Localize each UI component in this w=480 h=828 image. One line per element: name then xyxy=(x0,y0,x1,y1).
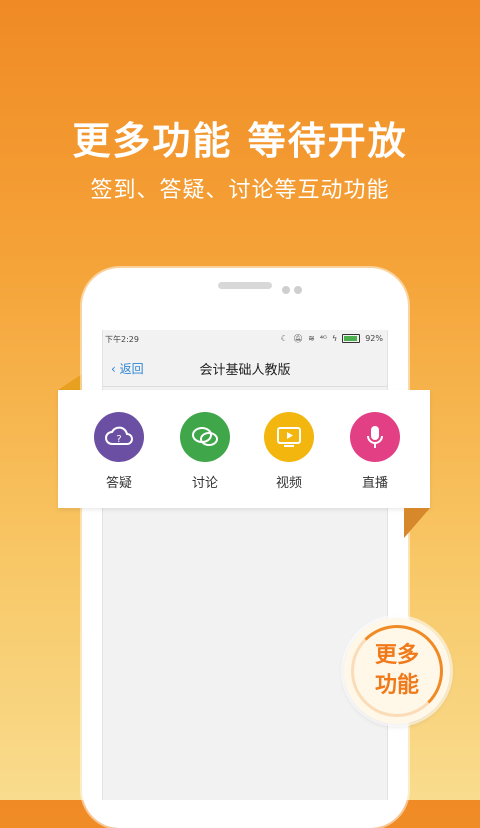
mute-icon: 🔕︎ xyxy=(292,334,304,343)
promo-subline: 签到、答疑、讨论等互动功能 xyxy=(90,178,390,203)
feature-label: 直播 xyxy=(361,476,388,491)
battery-icon xyxy=(342,334,361,343)
chat-bubbles-icon xyxy=(180,412,230,462)
battery-level xyxy=(344,336,358,341)
microphone-icon xyxy=(350,412,400,462)
phone-speaker xyxy=(218,282,272,289)
feature-label: 讨论 xyxy=(191,476,218,491)
moon-icon: ☾ xyxy=(280,334,288,343)
feature-video[interactable]: 视频 xyxy=(254,412,324,491)
status-icons: ☾ 🔕︎ ≋ ⁴ᴳ ϟ 92% xyxy=(281,334,383,343)
page-title: 会计基础人教版 xyxy=(199,363,291,378)
video-play-icon xyxy=(264,412,314,462)
nav-bar: ‹ 返回 会计基础人教版 xyxy=(103,348,387,387)
wifi-icon: ≋ xyxy=(308,334,315,343)
badge-ring xyxy=(351,625,443,717)
more-features-badge[interactable]: 更多 功能 xyxy=(344,618,450,724)
svg-text:?: ? xyxy=(116,434,121,445)
badge-line-2: 功能 xyxy=(374,673,419,698)
badge-line-1: 更多 xyxy=(374,643,419,668)
charging-icon: ϟ xyxy=(331,334,338,343)
phone-sensor xyxy=(294,286,302,294)
feature-live[interactable]: 直播 xyxy=(340,412,410,491)
feature-panel: ? 答疑 讨论 视频 直播 xyxy=(58,390,430,508)
status-time: 下午2:29 xyxy=(105,335,139,344)
signal-icon: ⁴ᴳ xyxy=(319,334,327,343)
question-cloud-icon: ? xyxy=(94,412,144,462)
status-bar: 下午2:29 ☾ 🔕︎ ≋ ⁴ᴳ ϟ 92% xyxy=(103,330,387,348)
promo-headline: 更多功能 等待开放 xyxy=(72,119,408,163)
phone-camera xyxy=(282,286,290,294)
feature-discussion[interactable]: 讨论 xyxy=(170,412,240,491)
battery-percent: 92% xyxy=(365,334,383,343)
feature-qa[interactable]: ? 答疑 xyxy=(84,412,154,491)
feature-label: 视频 xyxy=(275,476,302,491)
feature-label: 答疑 xyxy=(105,476,132,491)
ribbon-fold-right xyxy=(404,508,430,538)
